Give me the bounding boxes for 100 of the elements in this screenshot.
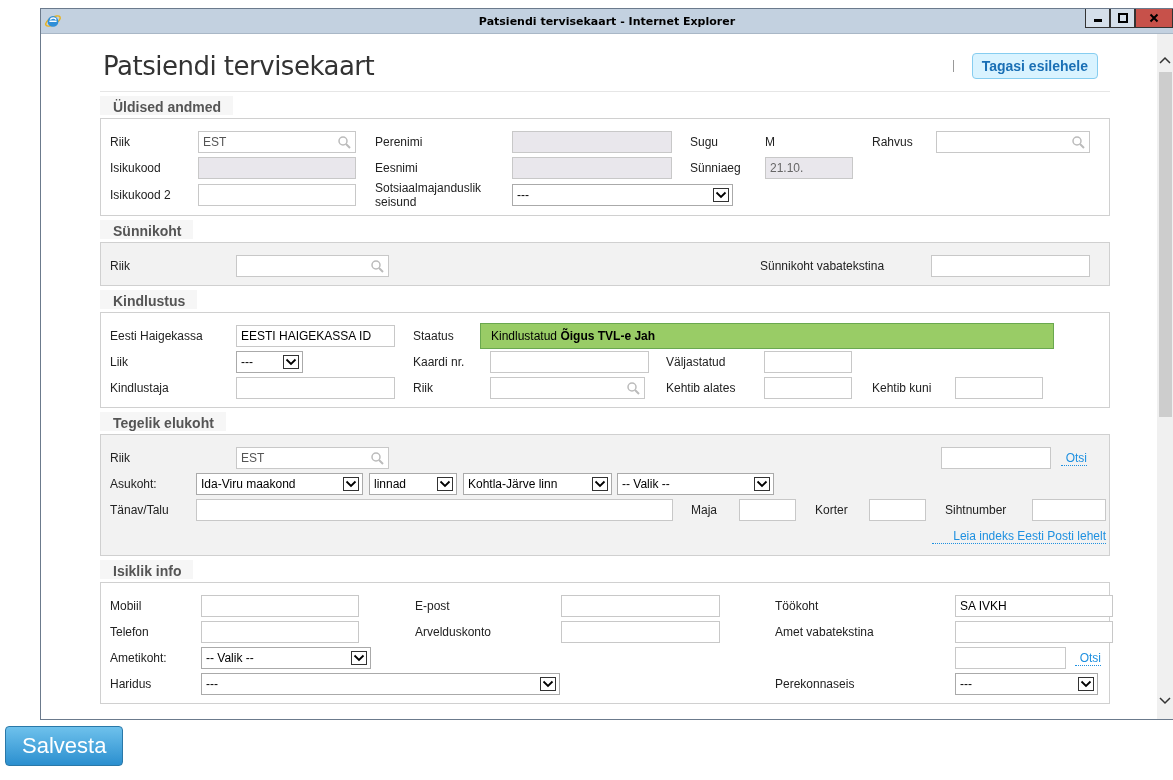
field-label: Perenimi [375,135,424,149]
field-label: Väljastatud [666,355,727,369]
caret-icon [592,477,608,491]
scroll-down-icon[interactable] [1159,697,1171,705]
field-label: Isikukood 2 [110,188,172,202]
field-label: Arvelduskonto [415,625,493,639]
scroll-thumb[interactable] [1158,72,1172,417]
text-field[interactable] [236,377,395,399]
search-field[interactable] [236,255,389,277]
search-field[interactable] [490,377,645,399]
text-field[interactable] [764,351,852,373]
readonly-field: 21.10. [765,157,853,179]
section-title: Isiklik info [100,559,194,579]
separator-mark [952,59,954,72]
section-title: Tegelik elukoht [100,411,226,431]
field-label: Telefon [110,625,150,639]
text-field[interactable] [739,499,796,521]
field-label: Rahvus [872,135,914,149]
browser-logo-icon [44,12,62,30]
field-label: Korter [815,503,849,517]
text-field[interactable] [869,499,926,521]
text-field[interactable] [955,647,1066,669]
section-title: Sünnikoht [100,219,194,239]
maximize-icon [1117,13,1128,23]
field-label: Mobiil [110,599,143,613]
window-title: Patsiendi tervisekaart - Internet Explorer [477,14,737,28]
search-icon [371,259,384,273]
dropdown[interactable]: Kohtla-Järve linn [463,473,612,495]
text-field[interactable] [561,621,720,643]
text-field[interactable] [955,621,1113,643]
text-field[interactable]: EESTI HAIGEKASSA ID [236,325,395,347]
field-label: Riik [110,135,131,149]
dropdown[interactable]: --- [512,184,733,206]
scrollbar[interactable] [1157,34,1173,719]
dropdown[interactable]: Ida-Viru maakond [196,473,363,495]
field-label: Eesnimi [375,161,419,175]
search-icon [627,381,640,395]
field-label: Sünnikoht vabatekstina [760,259,886,273]
field-label: Maja [691,503,718,517]
search-field[interactable]: EST [198,131,356,153]
section-title: Kindlustus [100,289,198,309]
link[interactable]: Otsi [1075,650,1101,666]
caret-icon [713,188,729,202]
field-label: Riik [110,451,131,465]
dropdown[interactable]: -- Valik -- [617,473,774,495]
search-icon [371,451,384,465]
text-field[interactable] [490,351,649,373]
caret-icon [351,651,367,665]
caret-icon [754,477,770,491]
field-label: Haridus [110,677,153,691]
field-label: Staatus [413,329,455,343]
field-value: M [765,135,776,149]
field-label: Ametikoht: [110,651,168,665]
field-label: Riik [413,381,434,395]
page-title: Patsiendi tervisekaart [103,50,375,81]
text-field[interactable] [955,377,1043,399]
field-label: Eesti Haigekassa [110,329,204,343]
dropdown[interactable]: --- [955,673,1098,695]
text-field[interactable] [198,184,356,206]
dropdown[interactable]: linnad [369,473,457,495]
text-field[interactable] [941,447,1051,469]
maximize-button[interactable] [1110,9,1135,28]
text-field[interactable] [196,499,673,521]
field-label: E-post [415,599,451,613]
text-field[interactable] [201,595,359,617]
close-icon [1149,13,1159,23]
dropdown[interactable]: --- [201,673,560,695]
field-label: Kaardi nr. [413,355,466,369]
minimize-button[interactable] [1085,9,1110,28]
text-field[interactable] [561,595,720,617]
dropdown[interactable]: -- Valik -- [201,647,371,669]
close-button[interactable] [1135,9,1173,28]
field-label: Asukoht: [110,477,158,491]
dropdown[interactable]: --- [236,351,303,373]
text-field[interactable] [931,255,1090,277]
caret-icon [343,477,359,491]
field-label: Tänav/Talu [110,503,170,517]
field-label: Sotsiaalmajanduslik seisund [375,181,483,209]
field-label: Töökoht [775,599,820,613]
caret-icon [1078,677,1094,691]
caret-icon [437,477,453,491]
field-label: Perekonnaseis [775,677,856,691]
field-label: Kindlustaja [110,381,170,395]
insurance-status: Kindlustatud Õigus TVL-e Jah [480,323,1054,349]
scroll-up-icon[interactable] [1159,56,1171,64]
search-field[interactable] [936,131,1090,153]
field-label: Sünniaeg [690,161,742,175]
back-button[interactable]: Tagasi esilehele [971,52,1098,79]
field-label: Kehtib kuni [872,381,933,395]
search-field[interactable]: EST [236,447,389,469]
field-label: Amet vabatekstina [775,625,875,639]
text-field[interactable] [1032,499,1106,521]
text-field[interactable] [201,621,359,643]
text-field[interactable]: SA IVKH [955,595,1113,617]
field-label: Isikukood [110,161,162,175]
search-icon [338,135,351,149]
text-field[interactable] [764,377,852,399]
field-label: Riik [110,259,131,273]
caret-icon [283,355,299,369]
caret-icon [540,677,556,691]
